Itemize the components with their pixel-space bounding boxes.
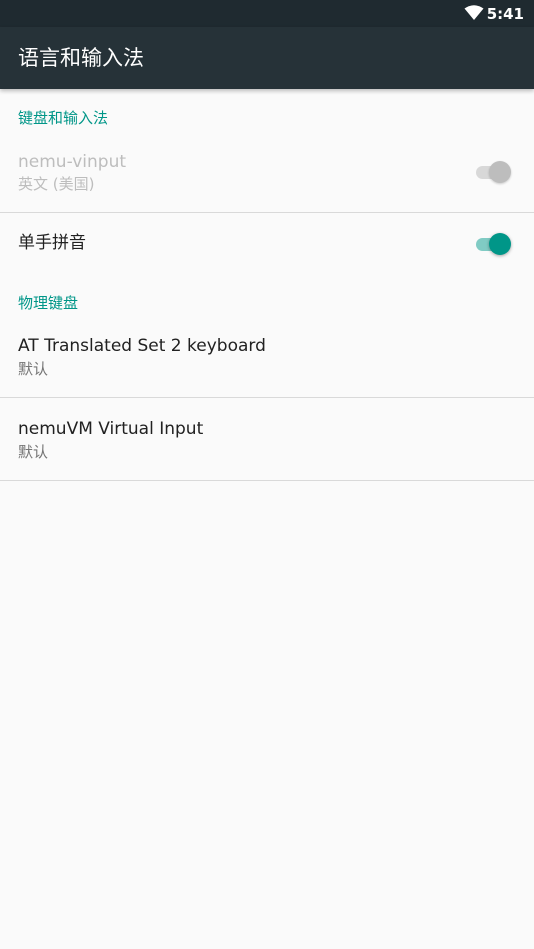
single-hand-pinyin-toggle[interactable] (474, 231, 514, 257)
status-time: 5:41 (486, 5, 524, 23)
pref-item-summary: 默认 (18, 360, 49, 378)
pref-item-summary: 默认 (18, 443, 49, 461)
pref-item-title: 单手拼音 (18, 233, 86, 253)
status-bar: 5:41 (0, 0, 534, 27)
pref-item-nemu-vinput[interactable]: nemu-vinput 英文 (美国) (0, 143, 534, 213)
divider (0, 480, 534, 481)
nemu-vinput-toggle[interactable] (474, 159, 514, 185)
pref-item-summary: 英文 (美国) (18, 175, 95, 193)
category-keyboard-input: 键盘和输入法 (18, 109, 109, 127)
pref-item-nemuvm-virtual-input[interactable]: nemuVM Virtual Input 默认 (0, 398, 534, 480)
category-physical-keyboard: 物理键盘 (18, 294, 79, 312)
wifi-icon (464, 5, 484, 20)
pref-item-at-keyboard[interactable]: AT Translated Set 2 keyboard 默认 (0, 325, 534, 397)
pref-item-title: nemuVM Virtual Input (18, 419, 204, 439)
pref-item-single-hand-pinyin[interactable]: 单手拼音 (0, 213, 534, 273)
pref-item-title: nemu-vinput (18, 152, 127, 172)
pref-item-title: AT Translated Set 2 keyboard (18, 336, 266, 356)
page-title: 语言和输入法 (18, 46, 144, 70)
app-bar: 语言和输入法 (0, 27, 534, 89)
switch-thumb (489, 161, 511, 183)
switch-thumb (489, 233, 511, 255)
